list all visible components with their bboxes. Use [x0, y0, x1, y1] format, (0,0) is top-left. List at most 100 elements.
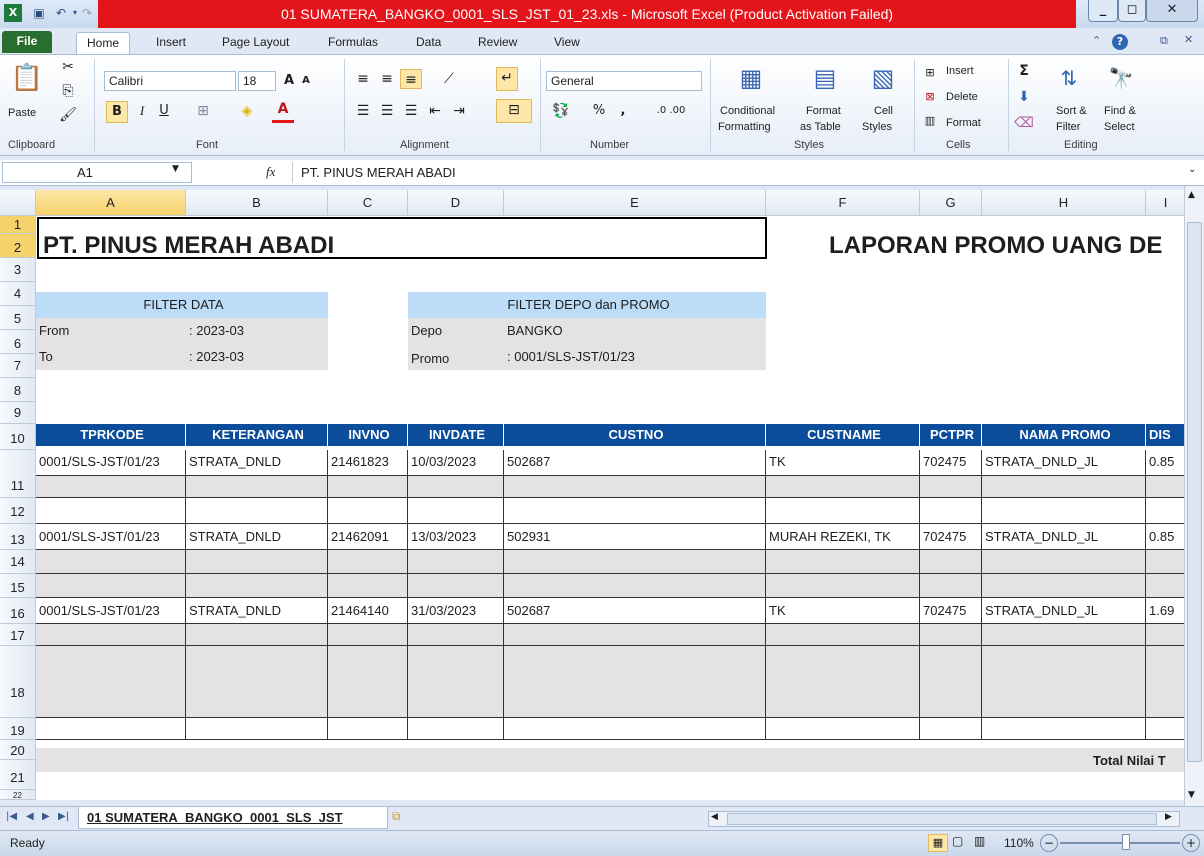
excel-logo-icon[interactable]: X — [4, 4, 22, 22]
ribbon-minimize-icon[interactable]: ⌃ — [1092, 34, 1101, 47]
cut-icon[interactable]: ✂ — [58, 57, 78, 77]
conditional-label-2[interactable]: Formatting — [718, 121, 771, 133]
column-header-b[interactable]: B — [186, 190, 328, 216]
cell-keterangan[interactable]: STRATA_DNLD — [186, 524, 328, 548]
first-sheet-icon[interactable]: |◀ — [6, 811, 17, 822]
merge-center-icon[interactable]: ⊟ — [496, 99, 532, 123]
clear-icon[interactable]: ⌫ — [1014, 113, 1034, 133]
insert-cells-label[interactable]: Insert — [946, 65, 974, 77]
cell-custname[interactable]: TK — [766, 450, 920, 474]
tab-data[interactable]: Data — [406, 32, 451, 54]
italic-button[interactable]: I — [132, 101, 152, 123]
workbook-close-icon[interactable]: ✕ — [1184, 33, 1193, 46]
cell-invno[interactable]: 21461823 — [328, 450, 408, 474]
row-header[interactable]: 21 — [0, 760, 36, 790]
cell-custno[interactable]: 502931 — [504, 524, 766, 548]
row-header[interactable]: 19 — [0, 718, 36, 740]
underline-button[interactable]: U — [154, 101, 174, 123]
row-header[interactable]: 6 — [0, 330, 36, 354]
align-middle-icon[interactable]: ≡ — [376, 69, 398, 89]
format-cells-label[interactable]: Format — [946, 117, 981, 129]
cell-keterangan[interactable]: STRATA_DNLD — [186, 450, 328, 474]
cell-custname[interactable]: TK — [766, 598, 920, 622]
page-break-view-icon[interactable]: ▥ — [974, 834, 985, 848]
minimize-button[interactable]: _ — [1088, 0, 1118, 22]
name-box-dropdown-icon[interactable]: ▼ — [172, 164, 179, 174]
fx-button[interactable]: fx — [266, 164, 275, 180]
fill-icon[interactable]: ⬇ — [1014, 87, 1034, 107]
align-top-icon[interactable]: ≡ — [352, 69, 374, 89]
format-as-table-icon[interactable]: ▤ — [808, 61, 842, 95]
conditional-label[interactable]: Conditional — [720, 105, 775, 117]
scroll-up-icon[interactable]: ▲ — [1188, 190, 1195, 200]
copy-icon[interactable]: ⎘ — [58, 81, 78, 101]
paste-label[interactable]: Paste — [8, 107, 36, 119]
select-all-corner[interactable] — [0, 190, 36, 216]
cell-nama-promo[interactable]: STRATA_DNLD_JL — [982, 598, 1146, 622]
find-select-label-2[interactable]: Select — [1104, 121, 1135, 133]
next-sheet-icon[interactable]: ▶ — [42, 811, 50, 822]
find-select-label[interactable]: Find & — [1104, 105, 1136, 117]
cell-tprkode[interactable]: 0001/SLS-JST/01/23 — [36, 450, 186, 474]
save-icon[interactable]: ▣ — [30, 4, 48, 22]
close-button[interactable]: ✕ — [1146, 0, 1198, 22]
cell-styles-icon[interactable]: ▧ — [866, 61, 900, 95]
bold-button[interactable]: B — [106, 101, 128, 123]
sort-filter-icon[interactable]: ⇅ — [1054, 61, 1084, 95]
row-header[interactable]: 13 — [0, 524, 36, 550]
cell-styles-label[interactable]: Cell — [874, 105, 893, 117]
insert-cells-icon[interactable]: ⊞ — [920, 63, 940, 83]
percent-button[interactable]: % — [590, 101, 608, 123]
increase-indent-icon[interactable]: ⇥ — [448, 101, 470, 121]
zoom-level[interactable]: 110% — [1004, 836, 1034, 850]
column-header-a[interactable]: A — [36, 190, 186, 216]
column-header-h[interactable]: H — [982, 190, 1146, 216]
column-header-g[interactable]: G — [920, 190, 982, 216]
scroll-thumb[interactable] — [1187, 222, 1202, 762]
tab-file[interactable]: File — [2, 31, 52, 53]
cell-pctpr[interactable]: 702475 — [920, 450, 982, 474]
decrease-indent-icon[interactable]: ⇤ — [424, 101, 446, 121]
delete-cells-icon[interactable]: ⊠ — [920, 87, 940, 107]
sort-filter-label[interactable]: Sort & — [1056, 105, 1087, 117]
align-left-icon[interactable]: ☰ — [352, 101, 374, 121]
cell-dis[interactable]: 0.85 — [1146, 524, 1184, 548]
column-header-d[interactable]: D — [408, 190, 504, 216]
row-header[interactable]: 10 — [0, 424, 36, 450]
number-format-select[interactable]: General — [546, 71, 702, 91]
row-header[interactable]: 17 — [0, 624, 36, 646]
horizontal-scrollbar[interactable]: ◀ ▶ — [708, 811, 1180, 827]
row-header[interactable]: 22 — [0, 790, 36, 800]
expand-formula-icon[interactable]: ⌄ — [1188, 164, 1196, 175]
scroll-down-icon[interactable]: ▼ — [1188, 790, 1195, 800]
zoom-in-icon[interactable]: + — [1182, 834, 1200, 852]
borders-icon[interactable]: ⊞ — [192, 101, 214, 123]
cell-invdate[interactable]: 10/03/2023 — [408, 450, 504, 474]
tab-home[interactable]: Home — [76, 32, 131, 54]
row-header[interactable]: 3 — [0, 258, 36, 282]
grow-font-icon[interactable]: A — [280, 71, 298, 91]
align-bottom-icon[interactable]: ≡ — [400, 69, 422, 89]
row-header[interactable]: 18 — [0, 646, 36, 718]
row-header[interactable]: 16 — [0, 598, 36, 624]
column-header-i[interactable]: I — [1146, 190, 1184, 216]
cell-tprkode[interactable]: 0001/SLS-JST/01/23 — [36, 524, 186, 548]
cell-invdate[interactable]: 13/03/2023 — [408, 524, 504, 548]
row-header[interactable]: 15 — [0, 574, 36, 598]
last-sheet-icon[interactable]: ▶| — [58, 811, 69, 822]
row-header[interactable]: 12 — [0, 498, 36, 524]
formula-input[interactable]: PT. PINUS MERAH ABADI — [292, 162, 1184, 183]
format-table-label-2[interactable]: as Table — [800, 121, 841, 133]
currency-icon[interactable]: 💱 — [548, 101, 574, 123]
tab-formulas[interactable]: Formulas — [318, 32, 388, 54]
font-color-icon[interactable]: A — [272, 99, 294, 123]
row-header[interactable]: 1 — [0, 216, 36, 234]
conditional-formatting-icon[interactable]: ▦ — [734, 61, 768, 95]
delete-cells-label[interactable]: Delete — [946, 91, 978, 103]
cell-nama-promo[interactable]: STRATA_DNLD_JL — [982, 450, 1146, 474]
insert-sheet-icon[interactable]: ⧉ — [392, 809, 401, 824]
wrap-text-icon[interactable]: ↵ — [496, 67, 518, 91]
comma-button[interactable]: , — [614, 101, 632, 123]
zoom-slider-thumb[interactable] — [1122, 834, 1130, 850]
paste-icon[interactable]: 📋 — [10, 59, 44, 97]
